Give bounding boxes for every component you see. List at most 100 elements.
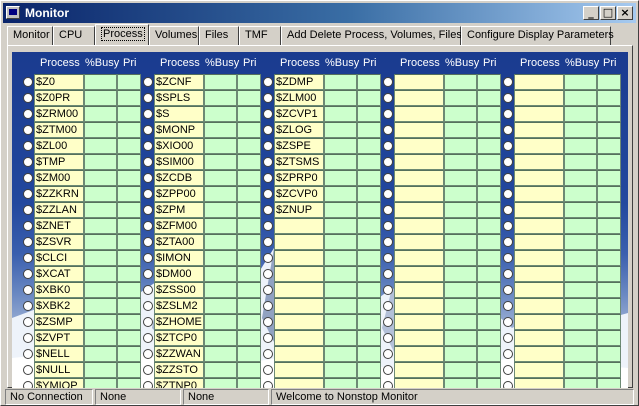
maximize-button[interactable]: □ [600,6,616,20]
process-name-field[interactable] [514,202,564,218]
process-select-radio[interactable] [23,237,33,247]
process-select-radio[interactable] [503,109,513,119]
process-name-field[interactable]: $XCAT [34,266,84,282]
process-select-radio[interactable] [383,125,393,135]
tab-cpu[interactable]: CPU [53,26,95,45]
process-select-radio[interactable] [143,285,153,295]
process-select-radio[interactable] [503,365,513,375]
process-select-radio[interactable] [263,285,273,295]
process-name-field[interactable]: $ZPM [154,202,204,218]
process-select-radio[interactable] [503,253,513,263]
process-name-field[interactable] [274,298,324,314]
process-name-field[interactable] [514,346,564,362]
process-name-field[interactable]: $ZSS00 [154,282,204,298]
process-select-radio[interactable] [503,205,513,215]
process-name-field[interactable] [514,74,564,90]
process-select-radio[interactable] [143,141,153,151]
process-select-radio[interactable] [383,269,393,279]
process-name-field[interactable] [514,122,564,138]
process-name-field[interactable] [394,106,444,122]
process-select-radio[interactable] [383,77,393,87]
process-name-field[interactable]: $DM00 [154,266,204,282]
process-name-field[interactable]: $ZPP00 [154,186,204,202]
process-select-radio[interactable] [383,253,393,263]
process-select-radio[interactable] [263,205,273,215]
process-select-radio[interactable] [383,189,393,199]
process-select-radio[interactable] [23,381,33,388]
process-name-field[interactable] [514,154,564,170]
process-select-radio[interactable] [23,317,33,327]
process-name-field[interactable]: $XBK0 [34,282,84,298]
process-select-radio[interactable] [143,237,153,247]
process-select-radio[interactable] [503,317,513,327]
process-name-field[interactable] [274,314,324,330]
process-select-radio[interactable] [263,317,273,327]
process-select-radio[interactable] [143,333,153,343]
process-select-radio[interactable] [143,317,153,327]
process-select-radio[interactable] [503,349,513,359]
process-name-field[interactable] [274,330,324,346]
tab-tmf[interactable]: TMF [239,26,281,45]
process-select-radio[interactable] [503,173,513,183]
process-select-radio[interactable] [263,157,273,167]
process-name-field[interactable]: $ZPRP0 [274,170,324,186]
process-name-field[interactable]: $XIO00 [154,138,204,154]
process-select-radio[interactable] [503,77,513,87]
process-select-radio[interactable] [263,269,273,279]
process-select-radio[interactable] [143,109,153,119]
process-select-radio[interactable] [143,349,153,359]
process-name-field[interactable]: $ZM00 [34,170,84,186]
process-select-radio[interactable] [263,77,273,87]
process-select-radio[interactable] [263,221,273,231]
process-name-field[interactable]: $S [154,106,204,122]
process-name-field[interactable]: $SIM00 [154,154,204,170]
process-select-radio[interactable] [383,173,393,183]
process-name-field[interactable]: $ZZKRN [34,186,84,202]
process-select-radio[interactable] [503,301,513,311]
process-select-radio[interactable] [383,381,393,388]
process-name-field[interactable] [394,330,444,346]
tab-monitor[interactable]: Monitor [7,26,53,45]
process-name-field[interactable] [394,362,444,378]
process-name-field[interactable]: $ZZWAN [154,346,204,362]
process-select-radio[interactable] [383,317,393,327]
process-name-field[interactable]: $ZLOG [274,122,324,138]
process-select-radio[interactable] [503,141,513,151]
process-name-field[interactable] [514,138,564,154]
process-select-radio[interactable] [383,205,393,215]
process-name-field[interactable]: $ZL00 [34,138,84,154]
process-name-field[interactable] [274,362,324,378]
process-select-radio[interactable] [383,141,393,151]
process-select-radio[interactable] [263,141,273,151]
process-select-radio[interactable] [143,269,153,279]
process-select-radio[interactable] [383,109,393,119]
process-name-field[interactable] [394,234,444,250]
process-name-field[interactable] [394,74,444,90]
process-name-field[interactable] [394,154,444,170]
process-select-radio[interactable] [263,125,273,135]
process-select-radio[interactable] [23,333,33,343]
process-select-radio[interactable] [23,221,33,231]
process-name-field[interactable]: $ZRM00 [34,106,84,122]
process-name-field[interactable] [514,298,564,314]
process-name-field[interactable]: $TMP [34,154,84,170]
process-name-field[interactable]: $Z0PR [34,90,84,106]
process-select-radio[interactable] [503,333,513,343]
tab-process[interactable]: Process [95,24,149,45]
process-select-radio[interactable] [23,205,33,215]
process-name-field[interactable]: $NELL [34,346,84,362]
process-name-field[interactable]: $ZDMP [274,74,324,90]
process-select-radio[interactable] [143,253,153,263]
process-name-field[interactable] [394,314,444,330]
process-select-radio[interactable] [143,205,153,215]
process-name-field[interactable] [394,122,444,138]
process-name-field[interactable] [514,90,564,106]
process-select-radio[interactable] [143,77,153,87]
process-name-field[interactable]: $ZNUP [274,202,324,218]
process-name-field[interactable] [514,186,564,202]
process-select-radio[interactable] [143,381,153,388]
process-select-radio[interactable] [263,301,273,311]
process-select-radio[interactable] [23,93,33,103]
process-name-field[interactable]: $ZTSMS [274,154,324,170]
tab-add-delete[interactable]: Add Delete Process, Volumes, Files [281,26,462,45]
